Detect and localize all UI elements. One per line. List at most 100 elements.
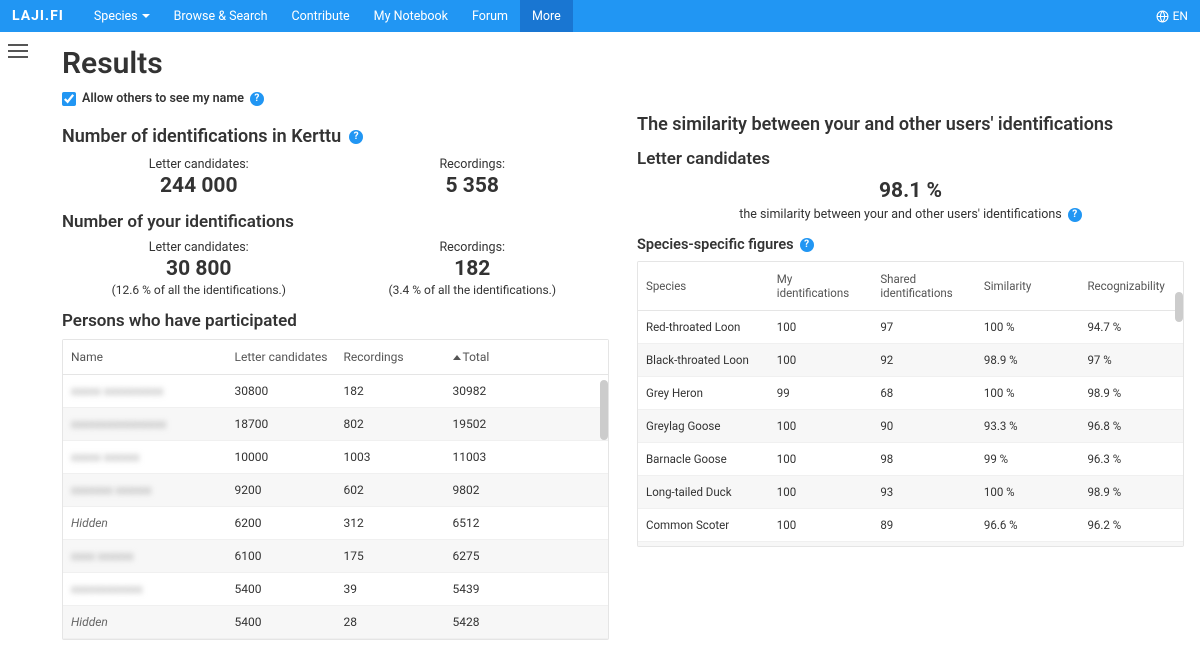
table-row[interactable]: xxxx xxxxxx61001756275	[63, 540, 608, 573]
cell-recordings: 28	[336, 606, 445, 639]
cell-letters: 18700	[227, 408, 336, 441]
cell-recog: 97 %	[1079, 344, 1183, 377]
cell-recog: 96.2 %	[1079, 509, 1183, 542]
person-name: xxxxxxxxxxxx	[71, 582, 142, 596]
col-name[interactable]: Name	[63, 340, 227, 375]
stat-label: Letter candidates:	[62, 157, 336, 172]
person-name: xxxxx xxxxxx	[71, 450, 139, 464]
cell-my: 200	[769, 542, 873, 548]
cell-species: Common Merganser	[638, 542, 769, 548]
cell-letters: 5400	[227, 573, 336, 606]
scrollbar[interactable]	[600, 380, 608, 440]
table-row[interactable]: Red-throated Loon10097100 %94.7 %	[638, 311, 1183, 344]
table-row[interactable]: Long-tailed Duck10093100 %98.9 %	[638, 476, 1183, 509]
globe-icon	[1156, 10, 1169, 23]
person-name: xxxx xxxxxx	[71, 549, 134, 563]
cell-shared: 90	[872, 410, 976, 443]
cell-total: 30982	[445, 375, 609, 408]
percent-value: 98.1 %	[637, 179, 1184, 203]
col-recog[interactable]: Recognizability	[1079, 262, 1183, 311]
nav-contribute[interactable]: Contribute	[280, 0, 362, 32]
table-row[interactable]: Common Scoter1008996.6 %96.2 %	[638, 509, 1183, 542]
stat-label: Recordings:	[336, 240, 610, 255]
nav-species[interactable]: Species	[82, 0, 162, 32]
nav-my-notebook[interactable]: My Notebook	[362, 0, 460, 32]
cell-recordings: 802	[336, 408, 445, 441]
cell-my: 100	[769, 476, 873, 509]
col-letters[interactable]: Letter candidates	[227, 340, 336, 375]
table-row[interactable]: xxxxx xxxxxx10000100311003	[63, 441, 608, 474]
species-table-wrap: Species My identifications Shared identi…	[637, 261, 1184, 547]
nav-browse-search[interactable]: Browse & Search	[162, 0, 280, 32]
cell-recordings: 182	[336, 375, 445, 408]
language-selector[interactable]: EN	[1156, 9, 1188, 23]
col-total[interactable]: Total	[445, 340, 609, 375]
nav-forum[interactable]: Forum	[460, 0, 520, 32]
stat-sub: (3.4 % of all the identifications.)	[336, 283, 610, 297]
cell-sim: 100 %	[976, 542, 1080, 548]
cell-recordings: 175	[336, 540, 445, 573]
cell-letters: 10000	[227, 441, 336, 474]
col-species[interactable]: Species	[638, 262, 769, 311]
table-row[interactable]: Barnacle Goose1009899 %96.3 %	[638, 443, 1183, 476]
help-icon[interactable]: ?	[800, 238, 814, 252]
table-row[interactable]: Hidden5400285428	[63, 606, 608, 639]
section-persons-title: Persons who have participated	[62, 311, 609, 331]
top-navbar: LAJI.FI Species Browse & Search Contribu…	[0, 0, 1200, 32]
table-row[interactable]: Grey Heron9968100 %98.9 %	[638, 377, 1183, 410]
left-column: Results Allow others to see my name ? Nu…	[62, 46, 609, 640]
cell-total: 5428	[445, 606, 609, 639]
cell-my: 100	[769, 509, 873, 542]
table-row[interactable]: Common Merganser200154100 %98 %	[638, 542, 1183, 548]
cell-letters: 6100	[227, 540, 336, 573]
stat-value: 182	[336, 257, 610, 281]
help-icon[interactable]: ?	[250, 92, 264, 106]
help-icon[interactable]: ?	[349, 130, 363, 144]
table-row[interactable]: Black-throated Loon1009298.9 %97 %	[638, 344, 1183, 377]
cell-sim: 100 %	[976, 377, 1080, 410]
nav-label: Species	[94, 9, 138, 24]
right-column: The similarity between your and other us…	[637, 46, 1184, 640]
cell-total: 6512	[445, 507, 609, 540]
nav-more[interactable]: More	[520, 0, 573, 32]
cell-recordings: 1003	[336, 441, 445, 474]
cell-species: Barnacle Goose	[638, 443, 769, 476]
cell-recog: 98.9 %	[1079, 377, 1183, 410]
cell-shared: 154	[872, 542, 976, 548]
table-row[interactable]: Greylag Goose1009093.3 %96.8 %	[638, 410, 1183, 443]
persons-table-wrap: Name Letter candidates Recordings Total …	[62, 339, 609, 640]
col-sim[interactable]: Similarity	[976, 262, 1080, 311]
allow-name-checkbox[interactable]	[62, 92, 76, 106]
cell-recog: 98 %	[1079, 542, 1183, 548]
table-row[interactable]: xxxxxxx xxxxxx92006029802	[63, 474, 608, 507]
table-row[interactable]: xxxxx xxxxxxxxxx 3080018230982	[63, 375, 608, 408]
table-row[interactable]: xxxxxxxxxxxx 5400395439	[63, 573, 608, 606]
cell-shared: 89	[872, 509, 976, 542]
stat-letter-candidates: Letter candidates: 244 000	[62, 157, 336, 198]
cell-shared: 93	[872, 476, 976, 509]
section-kerttu-title: Number of identifications in Kerttu?	[62, 126, 609, 147]
table-row[interactable]: Hidden62003126512	[63, 507, 608, 540]
checkbox-label: Allow others to see my name	[82, 91, 244, 106]
cell-my: 99	[769, 377, 873, 410]
person-name: xxxxx xxxxxxxxxx	[71, 384, 163, 398]
col-shared[interactable]: Shared identifications	[872, 262, 976, 311]
cell-letters: 30800	[227, 375, 336, 408]
col-recordings[interactable]: Recordings	[336, 340, 445, 375]
cell-recordings: 39	[336, 573, 445, 606]
cell-sim: 96.6 %	[976, 509, 1080, 542]
chevron-down-icon	[142, 14, 150, 18]
sort-asc-icon	[453, 355, 461, 360]
person-name: xxxxxxx xxxxxx	[71, 483, 151, 497]
stat-value: 30 800	[62, 257, 336, 281]
sidebar-toggle[interactable]	[8, 44, 28, 58]
section-yours-title: Number of your identifications	[62, 212, 609, 232]
cell-total: 5439	[445, 573, 609, 606]
scrollbar[interactable]	[1175, 292, 1183, 322]
similarity-percent: 98.1 % the similarity between your and o…	[637, 179, 1184, 222]
table-row[interactable]: xxxxxxxxxxxxxxxx1870080219502	[63, 408, 608, 441]
brand-logo[interactable]: LAJI.FI	[12, 8, 64, 24]
col-my[interactable]: My identifications	[769, 262, 873, 311]
help-icon[interactable]: ?	[1068, 208, 1082, 222]
cell-species: Greylag Goose	[638, 410, 769, 443]
